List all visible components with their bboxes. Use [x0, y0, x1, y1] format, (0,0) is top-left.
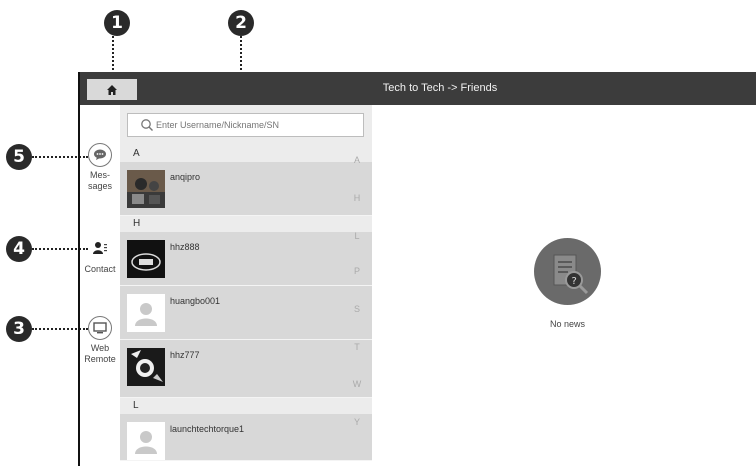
svg-text:?: ? [572, 276, 577, 287]
index-letter-t[interactable]: T [352, 342, 362, 352]
nav-messages[interactable]: Mes- sages [80, 143, 120, 192]
search-input[interactable] [156, 120, 356, 130]
contact-name: anqipro [170, 172, 201, 182]
avatar [127, 422, 165, 460]
contact-icon [80, 238, 120, 258]
callout-3: 3 [6, 316, 32, 342]
index-letter-h[interactable]: H [352, 193, 362, 203]
contact-row-hhz777[interactable]: hhz777 [120, 340, 372, 398]
home-button[interactable] [87, 79, 137, 100]
contact-row-anqipro[interactable]: anqipro [120, 162, 372, 216]
contact-name: hhz777 [170, 350, 200, 360]
no-news-text: No news [549, 319, 585, 329]
callout-5: 5 [6, 144, 32, 170]
nav-contact[interactable]: Contact [80, 238, 120, 274]
avatar [127, 348, 165, 386]
contact-name: huangbo001 [170, 296, 221, 306]
page-title: Tech to Tech -> Friends [382, 82, 498, 94]
callout-4: 4 [6, 236, 32, 262]
search-icon [141, 119, 153, 131]
callout-1: 1 [104, 10, 130, 36]
index-letter-s[interactable]: S [352, 304, 362, 314]
nav-contact-label: Contact [84, 264, 116, 274]
avatar [127, 294, 165, 332]
home-icon [107, 84, 117, 95]
avatar [127, 240, 165, 278]
nav-web-remote-label: Web Remote [84, 343, 116, 364]
contact-row-hhz888[interactable]: hhz888 [120, 232, 372, 286]
index-letter-l[interactable]: L [352, 231, 362, 241]
avatar [127, 170, 165, 208]
contact-name: hhz888 [170, 242, 200, 252]
index-letter-w[interactable]: W [352, 379, 362, 389]
callout-2: 2 [228, 10, 254, 36]
messages-icon [88, 143, 112, 167]
search-bar[interactable] [127, 113, 364, 137]
group-header-a: A [120, 146, 372, 162]
group-header-h: H [120, 216, 372, 232]
contact-name: launchtechtorque1 [170, 424, 245, 434]
group-header-l: L [120, 398, 372, 414]
contact-list-panel: A anqipro H hhz888 huangbo001 hhz777 L [120, 105, 372, 461]
nav-messages-label: Mes- sages [87, 170, 113, 191]
title-bar: Tech to Tech -> Friends [80, 72, 756, 105]
nav-web-remote[interactable]: Web Remote [80, 316, 120, 365]
remote-icon [88, 316, 112, 340]
contact-row-launchtechtorque1[interactable]: launchtechtorque1 [120, 414, 372, 461]
no-news-icon: ? [534, 238, 601, 305]
index-letter-p[interactable]: P [352, 266, 362, 276]
contact-row-huangbo001[interactable]: huangbo001 [120, 286, 372, 340]
index-letter-y[interactable]: Y [352, 417, 362, 427]
index-letter-a[interactable]: A [352, 155, 362, 165]
